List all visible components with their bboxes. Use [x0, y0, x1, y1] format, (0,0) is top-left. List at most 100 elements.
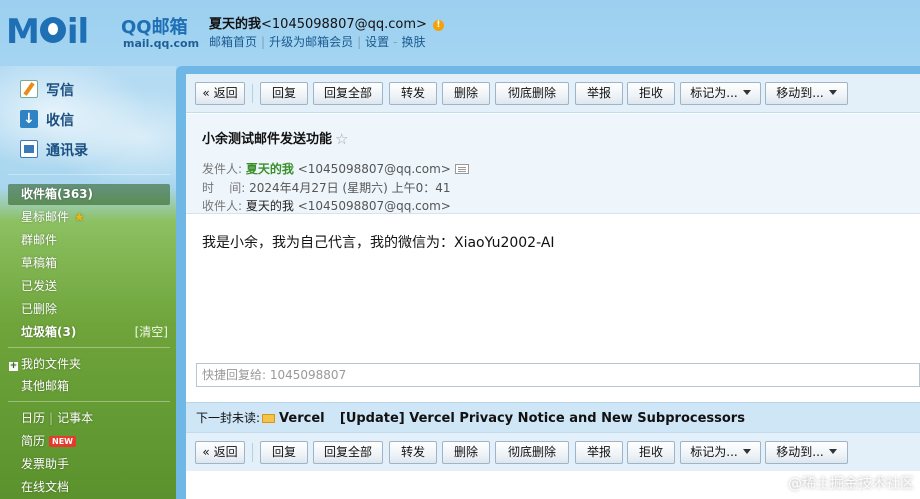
logo-url: mail.qq.com — [123, 37, 200, 50]
invoice-link[interactable]: 发票助手 — [21, 454, 69, 474]
quick-reply-input[interactable]: 快捷回复给: 1045098807 — [196, 363, 920, 387]
mark-as-dropdown[interactable]: 标记为... — [680, 441, 761, 464]
move-to-dropdown[interactable]: 移动到... — [765, 82, 848, 105]
next-unread-subject[interactable]: [Update] Vercel Privacy Notice and New S… — [340, 411, 745, 426]
chevron-down-icon — [742, 90, 751, 95]
star-toggle-icon[interactable]: ☆ — [335, 130, 348, 148]
sidebar: 写信 收信 通讯录 收件箱(363) 星标邮件 ★ 群邮件 草稿箱 已发送 已删除… — [0, 66, 176, 499]
from-address: <1045098807@qq.com> — [297, 162, 451, 176]
new-badge: NEW — [49, 436, 76, 447]
reject-button[interactable]: 拒收 — [627, 82, 675, 105]
write-icon — [20, 80, 38, 98]
account-email: <1045098807@qq.com> — [261, 17, 427, 32]
top-links: 邮箱首页 | 升级为邮箱会员 | 设置 - 换肤 — [209, 33, 426, 50]
report-button[interactable]: 举报 — [575, 82, 623, 105]
move-to-label: 移动到... — [776, 445, 824, 459]
logo-mark: Mil — [6, 12, 89, 52]
next-unread-bar[interactable]: 下一封未读: Vercel [Update] Vercel Privacy Not… — [186, 402, 920, 432]
perm-delete-button[interactable]: 彻底删除 — [495, 441, 569, 464]
mark-as-dropdown[interactable]: 标记为... — [680, 82, 761, 105]
upgrade-vip-link[interactable]: 升级为邮箱会员 — [269, 35, 353, 49]
docs-link[interactable]: 在线文档 — [21, 477, 69, 497]
toolbar-bottom: « 返回 回复 回复全部 转发 删除 彻底删除 举报 拒收 标记为... 移动到… — [186, 432, 920, 471]
to-address: <1045098807@qq.com> — [297, 199, 451, 213]
receive-label: 收信 — [46, 113, 74, 129]
forward-button[interactable]: 转发 — [389, 441, 437, 464]
mail-reader: « 返回 回复 回复全部 转发 删除 彻底删除 举报 拒收 标记为... 移动到… — [186, 74, 920, 499]
from-name[interactable]: 夏天的我 — [246, 162, 294, 176]
divider — [8, 347, 170, 348]
settings-link[interactable]: 设置 — [365, 35, 389, 49]
report-button[interactable]: 举报 — [575, 441, 623, 464]
to-label: 收件人: — [202, 199, 243, 213]
folder-drafts[interactable]: 草稿箱 — [21, 253, 57, 273]
compose-label: 写信 — [46, 83, 74, 99]
reply-all-button[interactable]: 回复全部 — [313, 82, 383, 105]
envelope-icon — [262, 414, 276, 423]
main-panel: « 返回 回复 回复全部 转发 删除 彻底删除 举报 拒收 标记为... 移动到… — [176, 66, 920, 499]
to-name[interactable]: 夏天的我 — [246, 199, 294, 213]
link-separator: | — [357, 35, 362, 49]
expand-icon[interactable]: + — [9, 362, 18, 371]
star-icon: ★ — [74, 210, 85, 224]
notes-link[interactable]: 记事本 — [57, 411, 93, 425]
divider — [8, 174, 170, 175]
calendar-link[interactable]: 日历 — [21, 411, 45, 425]
move-to-dropdown[interactable]: 移动到... — [765, 441, 848, 464]
reply-button[interactable]: 回复 — [260, 441, 308, 464]
mail-body: 我是小余，我为自己代言，我的微信为：XiaoYu2002-AI — [202, 235, 555, 251]
next-unread-sender[interactable]: Vercel — [279, 411, 325, 426]
delete-button[interactable]: 删除 — [442, 82, 490, 105]
next-unread-label: 下一封未读: — [196, 411, 261, 425]
separator: | — [49, 411, 54, 425]
receive-button[interactable]: 收信 — [20, 108, 74, 132]
folder-starred-label: 星标邮件 — [21, 210, 70, 224]
alert-icon[interactable]: ! — [432, 20, 444, 31]
back-button[interactable]: « 返回 — [195, 82, 245, 105]
link-separator: - — [393, 35, 398, 49]
subject-text: 小余测试邮件发送功能 — [202, 132, 333, 147]
back-button[interactable]: « 返回 — [195, 441, 245, 464]
my-folders-label: 我的文件夹 — [21, 357, 82, 371]
folder-group[interactable]: 群邮件 — [21, 230, 57, 250]
receive-icon — [20, 108, 38, 130]
folder-starred[interactable]: 星标邮件 ★ — [21, 207, 85, 227]
watermark: @稀土掘金技术社区 — [788, 476, 914, 492]
forward-button[interactable]: 转发 — [389, 82, 437, 105]
time-label: 时 间: — [202, 181, 246, 195]
reject-button[interactable]: 拒收 — [627, 441, 675, 464]
move-to-label: 移动到... — [776, 86, 824, 100]
clear-spam-link[interactable]: [清空] — [135, 322, 168, 342]
time-row: 时 间: 2024年4月27日 (星期六) 上午0：41 — [202, 179, 450, 197]
compose-button[interactable]: 写信 — [20, 80, 74, 102]
account-info: 夏天的我<1045098807@qq.com>! — [209, 13, 444, 32]
folder-sent[interactable]: 已发送 — [21, 276, 57, 296]
contacts-icon — [20, 140, 38, 158]
resume-label: 简历 — [21, 434, 46, 448]
delete-button[interactable]: 删除 — [442, 441, 490, 464]
folder-spam[interactable]: 垃圾箱(3) — [21, 322, 76, 342]
change-skin-link[interactable]: 换肤 — [401, 35, 425, 49]
mark-as-label: 标记为... — [690, 86, 738, 100]
reply-button[interactable]: 回复 — [260, 82, 308, 105]
qq-mail-logo[interactable]: Mil QQ邮箱 mail.qq.com — [6, 10, 200, 54]
to-row: 收件人: 夏天的我 <1045098807@qq.com> — [202, 197, 451, 215]
perm-delete-button[interactable]: 彻底删除 — [495, 82, 569, 105]
my-folders[interactable]: + 我的文件夹 — [9, 354, 81, 374]
chevron-down-icon — [828, 449, 837, 454]
toolbar-top: « 返回 回复 回复全部 转发 删除 彻底删除 举报 拒收 标记为... 移动到… — [186, 74, 920, 113]
toolbar-separator — [252, 443, 253, 462]
folder-inbox[interactable]: 收件箱(363) — [21, 184, 93, 204]
home-link[interactable]: 邮箱首页 — [209, 35, 257, 49]
tools-row: 日历 | 记事本 — [21, 408, 93, 428]
contact-card-icon[interactable] — [454, 164, 469, 174]
other-mailboxes[interactable]: 其他邮箱 — [21, 376, 69, 396]
contacts-button[interactable]: 通讯录 — [20, 140, 88, 162]
reply-all-button[interactable]: 回复全部 — [313, 441, 383, 464]
logo-name: QQ邮箱 — [121, 17, 188, 38]
chevron-down-icon — [828, 90, 837, 95]
resume-link[interactable]: 简历 NEW — [21, 431, 76, 451]
account-name[interactable]: 夏天的我 — [209, 17, 261, 32]
folder-deleted[interactable]: 已删除 — [21, 299, 57, 319]
chevron-down-icon — [742, 449, 751, 454]
